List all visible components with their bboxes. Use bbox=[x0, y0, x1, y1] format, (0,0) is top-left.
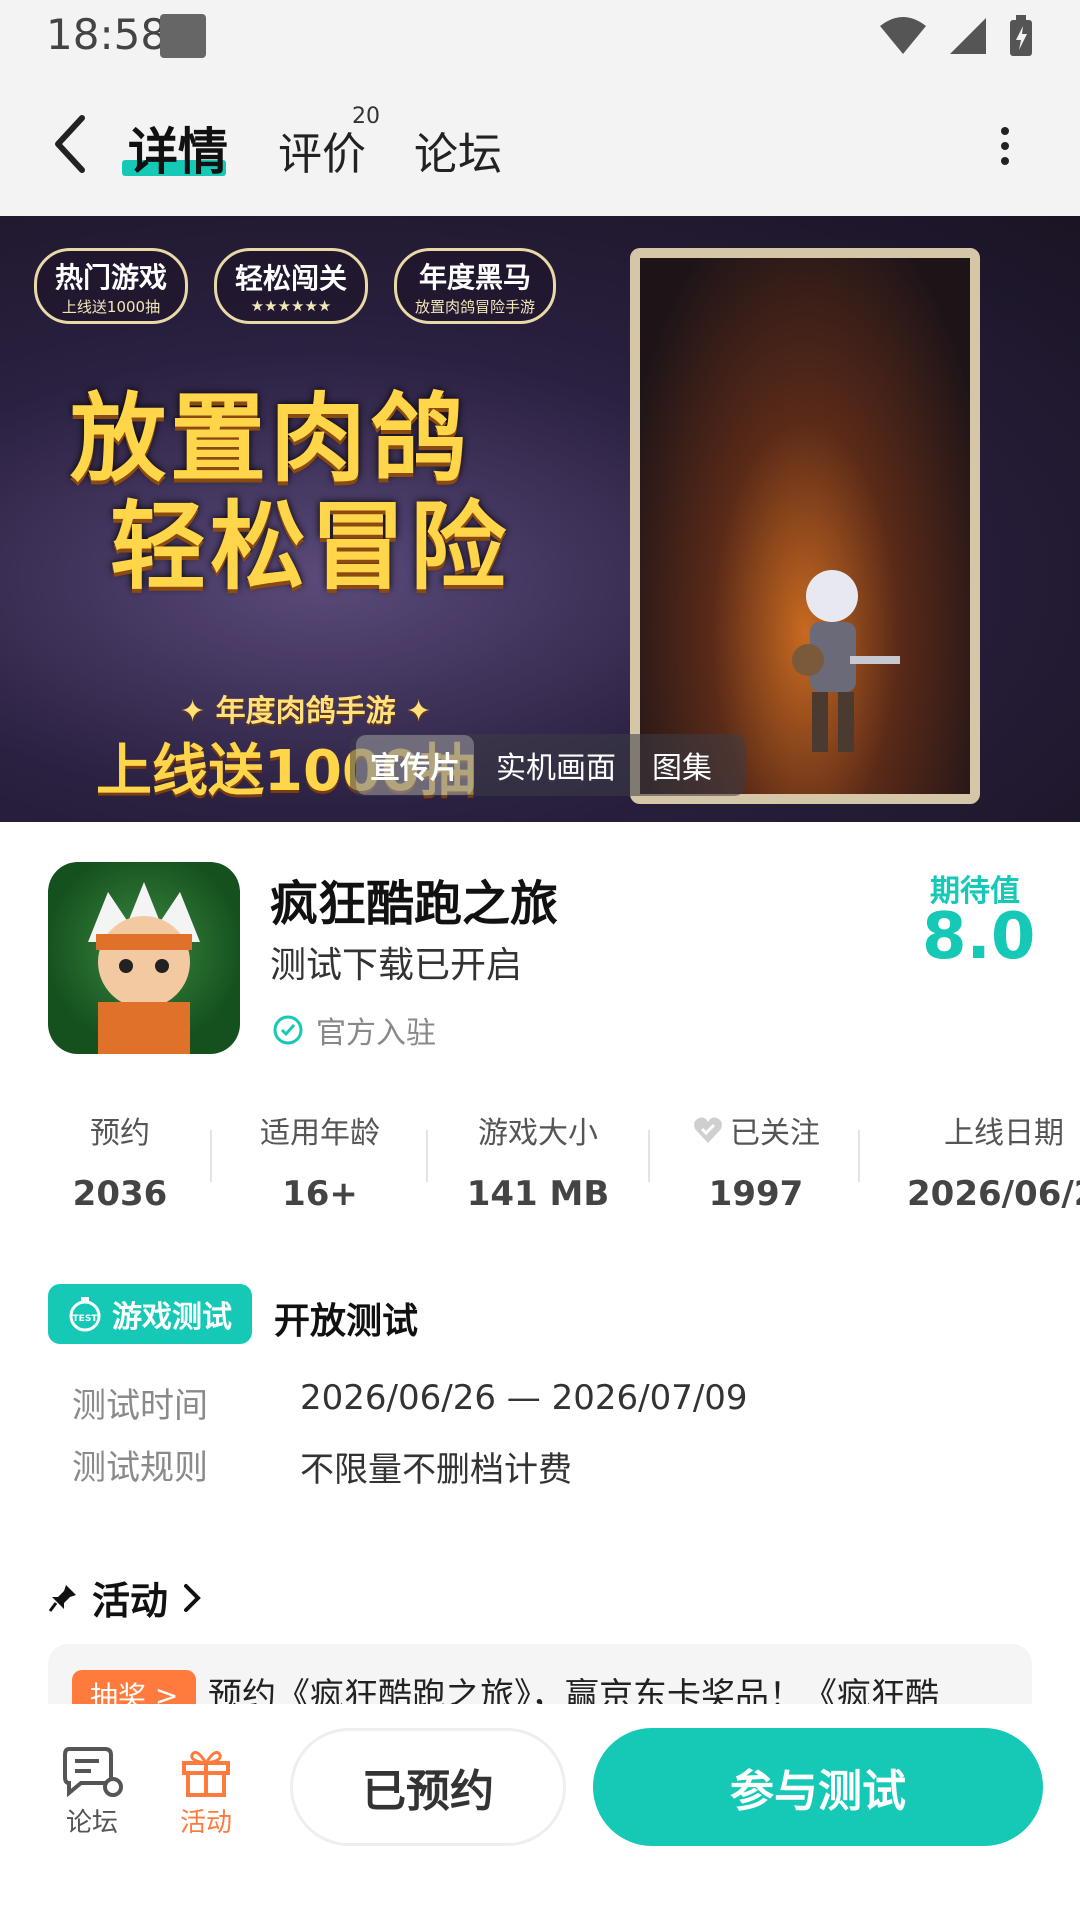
reserved-button[interactable]: 已预约 bbox=[290, 1728, 566, 1846]
media-tabs: 宣传片 实机画面 图集 bbox=[350, 734, 746, 796]
stat-followers[interactable]: 已关注 1997 bbox=[672, 1108, 840, 1214]
stat-value: 2036 bbox=[72, 1174, 168, 1214]
banner-title: 放置肉鸽 轻松冒险 bbox=[70, 385, 510, 601]
score-value: 8.0 bbox=[922, 900, 1036, 974]
app-status: 测试下载已开启 bbox=[270, 945, 523, 986]
stat-label-row: 已关注 bbox=[672, 1108, 840, 1152]
badge-subtitle: 上线送1000抽 bbox=[61, 297, 161, 316]
activity-header[interactable]: 活动 bbox=[48, 1570, 202, 1625]
stat-label: 已关注 bbox=[730, 1116, 820, 1151]
status-icons bbox=[878, 12, 1034, 60]
badge-subtitle: 放置肉鸽冒险手游 bbox=[415, 297, 536, 316]
tab-details[interactable]: 详情 bbox=[128, 112, 228, 184]
notification-icon bbox=[160, 14, 206, 58]
banner-subtitle: ✦ 年度肉鸽手游 ✦ bbox=[180, 694, 432, 729]
official-badge: 官方入驻 bbox=[272, 1008, 436, 1052]
media-tab-trailer[interactable]: 宣传片 bbox=[356, 735, 474, 795]
badge-title: 年度黑马 bbox=[419, 260, 532, 294]
pin-icon bbox=[48, 1584, 76, 1612]
app-icon-art bbox=[88, 882, 200, 1054]
media-tab-gallery[interactable]: 图集 bbox=[638, 735, 726, 795]
badge-title: 热门游戏 bbox=[55, 260, 168, 294]
test-badge-label: 游戏测试 bbox=[112, 1300, 232, 1335]
stat-release-date: 上线日期 2026/06/2 bbox=[898, 1108, 1080, 1214]
chevron-right-icon bbox=[184, 1583, 201, 1612]
status-time: 18:58 bbox=[46, 10, 168, 59]
stat-label: 预约 bbox=[90, 1116, 150, 1151]
stat-value: 16+ bbox=[282, 1174, 358, 1214]
back-arrow-icon[interactable] bbox=[50, 114, 90, 174]
battery-icon bbox=[1010, 15, 1032, 56]
game-test-badge: TEST 游戏测试 bbox=[48, 1284, 252, 1344]
test-time-value: 2026/06/26 — 2026/07/09 bbox=[300, 1378, 748, 1418]
wifi-icon bbox=[880, 17, 926, 54]
test-timer-icon: TEST bbox=[69, 1297, 101, 1332]
signal-icon bbox=[950, 18, 986, 54]
banner-badge: 轻松闯关 ★★★★★★ bbox=[214, 248, 369, 324]
badge-subtitle: ★★★★★★ bbox=[250, 297, 332, 315]
stat-value: 141 MB bbox=[466, 1174, 610, 1214]
test-time-label: 测试时间 bbox=[72, 1386, 208, 1426]
app-name: 疯狂酷跑之旅 bbox=[270, 876, 559, 932]
stat-divider bbox=[858, 1130, 860, 1182]
app-icon bbox=[48, 862, 240, 1054]
official-label: 官方入驻 bbox=[316, 1016, 436, 1051]
bottom-nav-activity-label: 活动 bbox=[179, 1808, 232, 1838]
bottom-nav-forum[interactable]: 论坛 bbox=[42, 1740, 142, 1839]
forum-icon-wrap bbox=[42, 1740, 142, 1802]
more-options-icon[interactable] bbox=[1000, 126, 1010, 166]
stat-label: 上线日期 bbox=[944, 1116, 1064, 1151]
test-title: 开放测试 bbox=[274, 1301, 419, 1342]
banner-badges: 热门游戏 上线送1000抽 轻松闯关 ★★★★★★ 年度黑马 放置肉鸽冒险手游 bbox=[34, 248, 557, 324]
stat-label: 适用年龄 bbox=[260, 1116, 380, 1151]
stat-reservations: 预约 2036 bbox=[60, 1108, 180, 1214]
stat-divider bbox=[648, 1130, 650, 1182]
join-test-button[interactable]: 参与测试 bbox=[593, 1728, 1043, 1846]
stat-size: 游戏大小 141 MB bbox=[454, 1108, 622, 1214]
stat-divider bbox=[210, 1130, 212, 1182]
activity-heading: 活动 bbox=[92, 1579, 169, 1623]
test-rule-label: 测试规则 bbox=[72, 1448, 208, 1488]
reviews-count-badge: 20 bbox=[352, 104, 380, 129]
svg-text:TEST: TEST bbox=[73, 1314, 99, 1324]
activity-icon-wrap bbox=[156, 1740, 256, 1802]
banner-title-line1: 放置肉鸽 bbox=[70, 383, 470, 495]
stat-age: 适用年龄 16+ bbox=[240, 1108, 400, 1214]
stat-label: 游戏大小 bbox=[478, 1116, 598, 1151]
test-rule-value: 不限量不删档计费 bbox=[300, 1450, 572, 1490]
chat-bubble-icon bbox=[63, 1747, 123, 1798]
bottom-nav-forum-label: 论坛 bbox=[65, 1808, 118, 1838]
stat-value: 2026/06/2 bbox=[907, 1174, 1080, 1214]
badge-title: 轻松闯关 bbox=[235, 262, 348, 295]
bottom-nav-activity[interactable]: 活动 bbox=[156, 1740, 256, 1839]
gift-icon bbox=[182, 1750, 230, 1797]
banner-title-line2: 轻松冒险 bbox=[110, 491, 510, 603]
stat-divider bbox=[426, 1130, 428, 1182]
banner-badge: 年度黑马 放置肉鸽冒险手游 bbox=[394, 248, 557, 324]
banner-badge: 热门游戏 上线送1000抽 bbox=[34, 248, 189, 324]
verified-check-icon bbox=[273, 1015, 303, 1045]
tab-forum[interactable]: 论坛 bbox=[414, 118, 502, 182]
hero-character-image bbox=[792, 570, 900, 752]
heart-shield-icon bbox=[694, 1117, 722, 1143]
stat-value: 1997 bbox=[708, 1174, 804, 1214]
media-tab-gameplay[interactable]: 实机画面 bbox=[482, 735, 630, 795]
